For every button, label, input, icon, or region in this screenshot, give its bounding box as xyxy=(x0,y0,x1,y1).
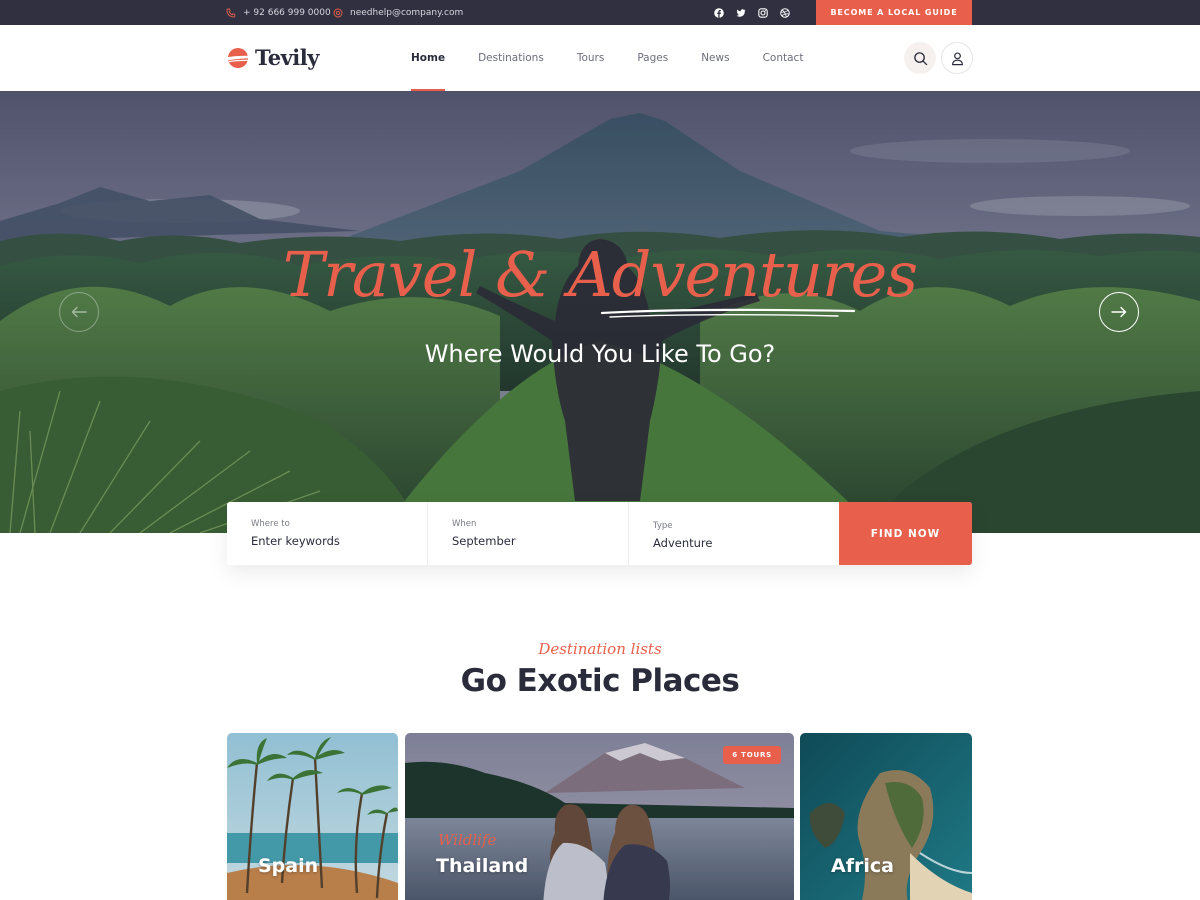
top-bar: + 92 666 999 0000 needhelp@company.com B… xyxy=(0,0,1200,25)
destination-name: Spain xyxy=(258,855,319,877)
brand-name: Tevily xyxy=(255,45,319,70)
where-to-input[interactable]: Enter keywords xyxy=(251,534,340,548)
nav-item-pages[interactable]: Pages xyxy=(637,25,668,91)
user-icon xyxy=(951,51,963,65)
nav-item-tours[interactable]: Tours xyxy=(577,25,605,91)
phone-icon xyxy=(226,8,236,17)
search-button[interactable] xyxy=(904,42,936,74)
when-field[interactable]: When September xyxy=(428,502,629,565)
destination-script-label: Wildlife xyxy=(438,831,497,849)
destination-name: Africa xyxy=(831,855,894,877)
destination-card-thailand[interactable]: 6 TOURS Wildlife Thailand xyxy=(405,733,794,900)
when-select[interactable]: September xyxy=(452,534,516,548)
hero-script-title: Travel & Adventures xyxy=(282,238,918,311)
brand-logo[interactable]: Tevily xyxy=(227,45,319,70)
when-label: When xyxy=(452,519,477,529)
destination-card-africa[interactable]: Africa xyxy=(800,733,972,900)
arrow-left-icon xyxy=(71,306,87,318)
become-local-guide-button[interactable]: BECOME A LOCAL GUIDE xyxy=(816,0,972,25)
dribbble-icon[interactable] xyxy=(780,7,790,18)
instagram-icon[interactable] xyxy=(758,7,768,18)
phone-contact[interactable]: + 92 666 999 0000 xyxy=(226,0,331,25)
slider-next-button[interactable] xyxy=(1099,292,1139,332)
facebook-icon[interactable] xyxy=(714,7,724,18)
nav-item-contact[interactable]: Contact xyxy=(763,25,804,91)
hero-banner: Travel & Adventures Where Would You Like… xyxy=(0,91,1200,533)
tour-count-badge: 6 TOURS xyxy=(723,746,781,764)
social-links xyxy=(714,0,790,25)
airplane-logo-icon xyxy=(227,47,251,68)
slider-prev-button[interactable] xyxy=(59,292,99,332)
section-title: Go Exotic Places xyxy=(460,663,740,699)
where-to-label: Where to xyxy=(251,519,290,529)
destination-card-spain[interactable]: Spain xyxy=(227,733,398,900)
nav-item-home[interactable]: Home xyxy=(411,25,446,91)
arrow-right-icon xyxy=(1111,306,1127,318)
script-underline-stroke xyxy=(600,308,856,318)
where-to-field[interactable]: Where to Enter keywords xyxy=(227,502,428,565)
nav-item-news[interactable]: News xyxy=(701,25,729,91)
hero-subtitle: Where Would You Like To Go? xyxy=(424,340,776,368)
search-icon xyxy=(913,51,927,65)
type-label: Type xyxy=(653,521,673,531)
email-address: needhelp@company.com xyxy=(350,7,464,18)
section-tagline: Destination lists xyxy=(538,640,662,658)
twitter-icon[interactable] xyxy=(736,8,746,18)
tour-search-form: Where to Enter keywords When September T… xyxy=(227,502,972,565)
main-header: Tevily Home Destinations Tours Pages New… xyxy=(0,25,1200,91)
account-button[interactable] xyxy=(941,42,973,74)
phone-number: + 92 666 999 0000 xyxy=(243,7,331,18)
main-nav: Home Destinations Tours Pages News Conta… xyxy=(411,25,836,91)
email-contact[interactable]: needhelp@company.com xyxy=(333,0,463,25)
at-icon xyxy=(333,8,343,17)
type-select[interactable]: Adventure xyxy=(653,536,712,550)
nav-item-destinations[interactable]: Destinations xyxy=(478,25,544,91)
type-field[interactable]: Type Adventure xyxy=(629,502,839,565)
find-now-button[interactable]: FIND NOW xyxy=(839,502,972,565)
destination-name: Thailand xyxy=(436,855,529,877)
